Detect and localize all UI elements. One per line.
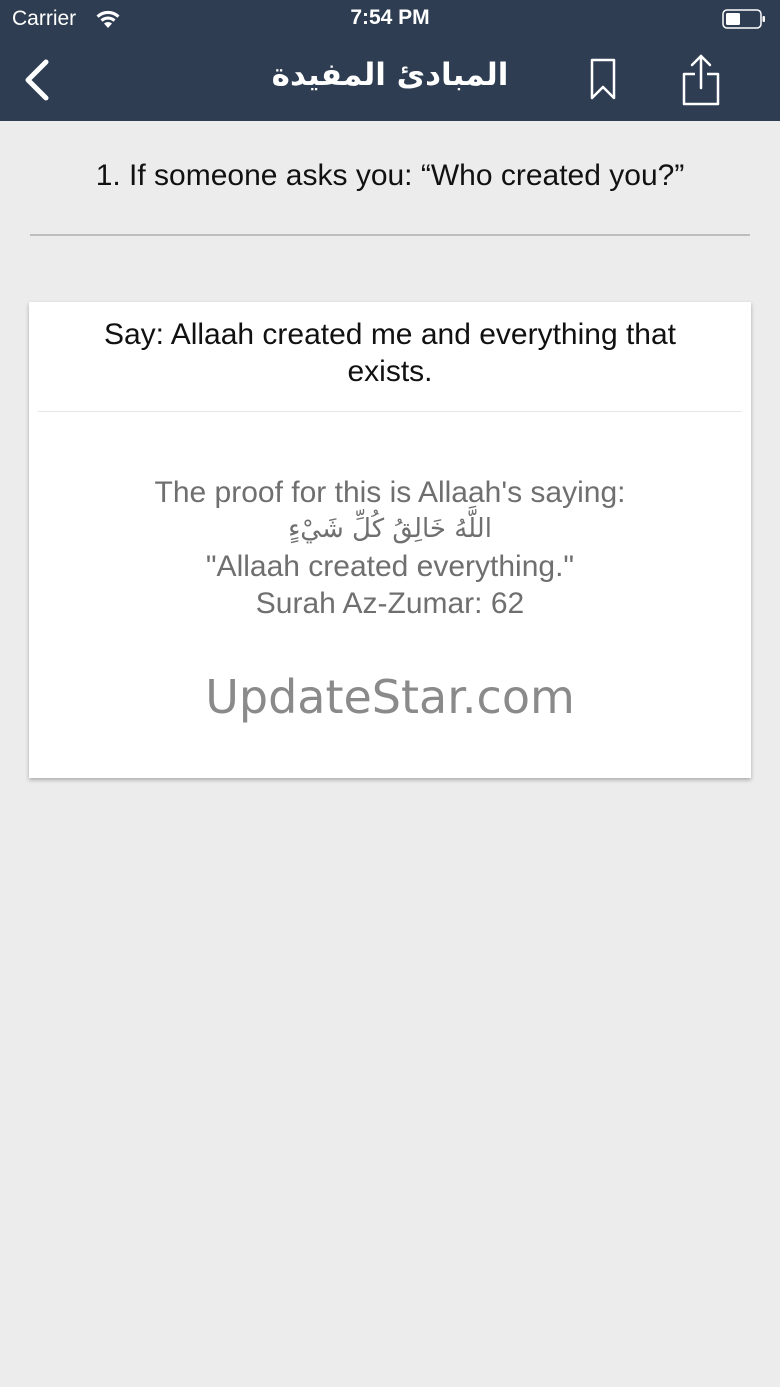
- bookmark-icon: [590, 58, 616, 100]
- back-button[interactable]: [18, 56, 58, 104]
- verse-reference: Surah Az-Zumar: 62: [255, 587, 525, 620]
- question-text: 1. If someone asks you: “Who created you…: [95, 159, 685, 192]
- proof-intro: The proof for this is Allaah's saying:: [154, 476, 626, 509]
- nav-bar: المبادئ المفيدة: [0, 40, 780, 121]
- share-icon: [682, 54, 720, 106]
- divider: [30, 234, 750, 236]
- verse-translation: "Allaah created everything.": [205, 550, 575, 583]
- status-bar: Carrier 7:54 PM: [0, 0, 780, 40]
- clock: 7:54 PM: [350, 6, 430, 29]
- chevron-left-icon: [25, 59, 49, 101]
- battery-icon: [722, 9, 766, 29]
- card-divider: [38, 411, 742, 412]
- content-area: 1. If someone asks you: “Who created you…: [0, 121, 780, 1387]
- answer-text: Say: Allaah created me and everything th…: [103, 318, 677, 388]
- share-button[interactable]: [678, 52, 724, 108]
- bookmark-button[interactable]: [584, 54, 622, 106]
- watermark: UpdateStar.com: [205, 670, 575, 724]
- arabic-verse: اللَّهُ خَالِقُ كُلِّ شَيْءٍ: [288, 514, 492, 544]
- proof-block: The proof for this is Allaah's saying: ا…: [29, 474, 751, 622]
- page-title: المبادئ المفيدة: [271, 57, 509, 93]
- answer-card: Say: Allaah created me and everything th…: [29, 302, 751, 778]
